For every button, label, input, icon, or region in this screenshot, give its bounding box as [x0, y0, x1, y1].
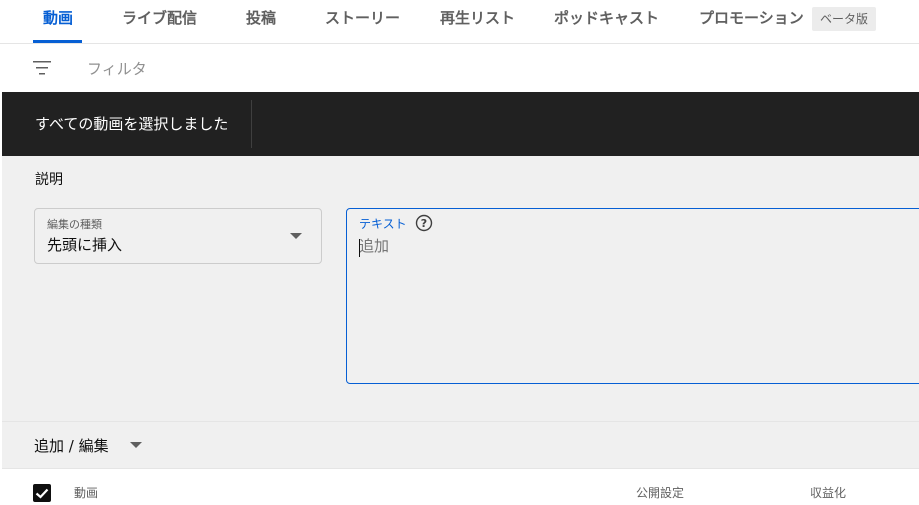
- text-input[interactable]: [359, 237, 899, 255]
- divider: [251, 100, 252, 148]
- column-header-video: 動画: [74, 486, 99, 500]
- tab-bar: 動画 ライブ配信 投稿 ストーリー 再生リスト ポッドキャスト プロモーション …: [0, 0, 919, 44]
- panel-title: 説明: [35, 172, 63, 188]
- check-icon: [35, 488, 49, 499]
- column-header-monetization[interactable]: 収益化: [810, 484, 846, 501]
- tab-posts[interactable]: 投稿: [246, 0, 276, 43]
- table-header: 動画 公開設定 収益化: [0, 470, 919, 505]
- edit-type-label: 編集の種類: [47, 218, 102, 231]
- chevron-down-icon: [290, 233, 302, 239]
- tab-podcasts[interactable]: ポッドキャスト: [554, 0, 659, 43]
- selection-bar: すべての動画を選択しました: [2, 92, 919, 156]
- selection-status-text: すべての動画を選択しました: [35, 115, 229, 133]
- edit-panel: 説明 編集の種類 先頭に挿入 テキスト ?: [2, 156, 919, 421]
- text-field[interactable]: テキスト ?: [346, 208, 919, 384]
- edit-type-value: 先頭に挿入: [47, 236, 123, 254]
- text-field-label: テキスト: [359, 217, 407, 231]
- add-edit-row[interactable]: 追加 / 編集: [2, 421, 919, 469]
- chevron-down-icon: [130, 442, 142, 448]
- filter-bar: フィルタ: [0, 44, 919, 92]
- add-edit-label: 追加 / 編集: [34, 437, 109, 455]
- edit-type-select[interactable]: 編集の種類 先頭に挿入: [34, 208, 322, 264]
- tab-videos[interactable]: 動画: [33, 0, 82, 43]
- tab-promotions[interactable]: プロモーション: [699, 0, 804, 43]
- beta-badge: ベータ版: [812, 7, 877, 31]
- select-all-checkbox[interactable]: [33, 484, 51, 502]
- filter-input[interactable]: フィルタ: [87, 58, 147, 79]
- tab-playlists[interactable]: 再生リスト: [440, 0, 515, 43]
- text-cursor: [359, 239, 360, 257]
- tab-stories[interactable]: ストーリー: [325, 0, 400, 43]
- tab-live[interactable]: ライブ配信: [122, 0, 197, 43]
- column-header-visibility[interactable]: 公開設定: [636, 484, 684, 501]
- svg-text:?: ?: [421, 217, 427, 230]
- filter-icon[interactable]: [33, 60, 51, 76]
- help-icon[interactable]: ?: [415, 214, 433, 232]
